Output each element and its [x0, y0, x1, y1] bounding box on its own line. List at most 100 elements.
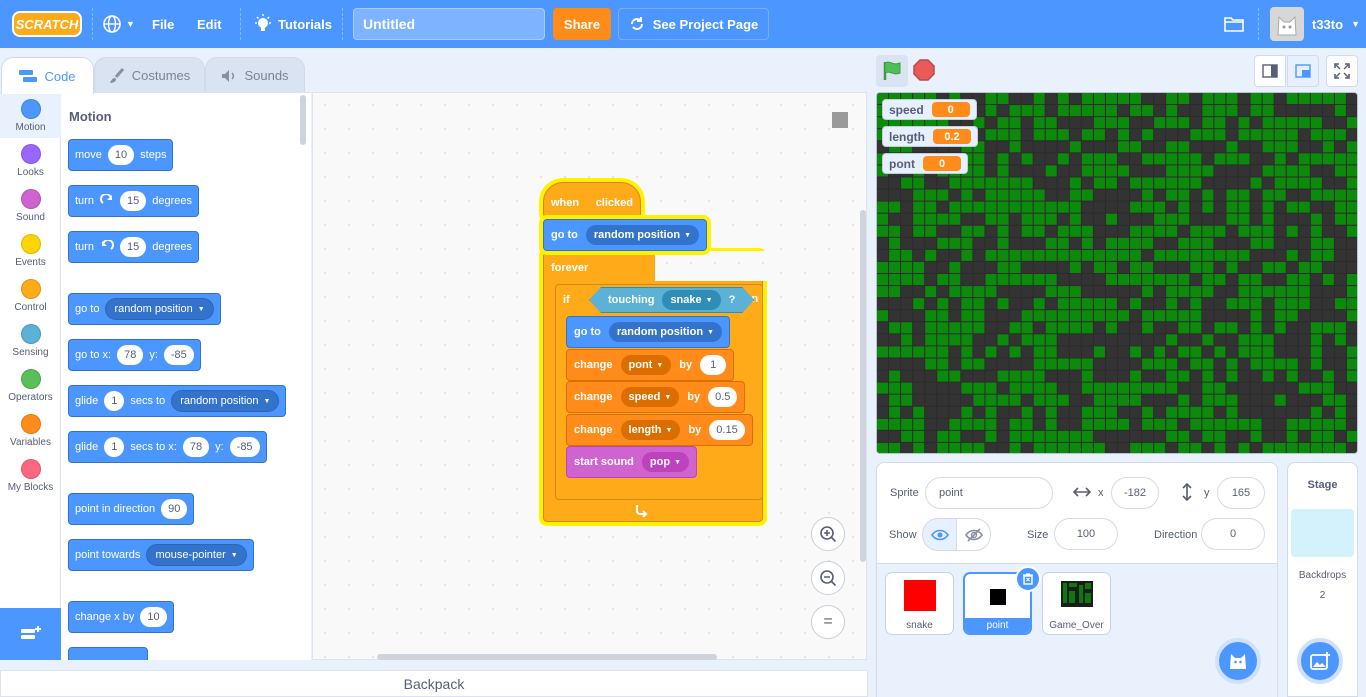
block-text: degrees — [152, 241, 192, 253]
touching-dropdown[interactable]: snake ▼ — [662, 290, 720, 310]
touching-block[interactable]: touching snake ▼ ? — [589, 287, 754, 313]
scratch-logo[interactable]: SCRATCH — [12, 11, 82, 37]
stage-size-toggle[interactable] — [832, 112, 848, 128]
y-input[interactable]: -85 — [163, 345, 194, 365]
category-sound[interactable]: Sound — [0, 183, 61, 228]
variable-dropdown[interactable]: length ▼ — [620, 420, 681, 440]
add-extension-button[interactable] — [0, 608, 61, 660]
category-my-blocks[interactable]: My Blocks — [0, 453, 61, 498]
show-hidden-button[interactable] — [956, 518, 991, 551]
tab-costumes[interactable]: Costumes — [94, 57, 205, 93]
go-to-inner-block[interactable]: go to random position ▼ — [566, 316, 730, 348]
fullscreen-button[interactable] — [1326, 55, 1358, 87]
project-title-input[interactable]: Untitled — [353, 8, 545, 40]
zoom-out-button[interactable] — [811, 561, 845, 595]
y-input[interactable]: 165 — [1217, 477, 1265, 509]
change-value-input[interactable]: 0.5 — [708, 387, 738, 407]
size-input[interactable]: 100 — [1054, 518, 1118, 550]
category-events[interactable]: Events — [0, 228, 61, 273]
x-input[interactable]: 78 — [182, 437, 210, 457]
variable-monitor-speed[interactable]: speed 0 — [882, 99, 977, 120]
large-stage-button[interactable] — [1287, 55, 1319, 87]
zoom-in-button[interactable] — [811, 517, 845, 551]
direction-input[interactable]: 90 — [161, 499, 188, 519]
x-input[interactable]: -182 — [1111, 477, 1159, 509]
backpack[interactable]: Backpack — [0, 670, 868, 697]
turn-left-block[interactable]: turn 15 degrees — [68, 231, 199, 263]
secs-input[interactable]: 1 — [104, 437, 125, 457]
change-length-block[interactable]: change length ▼ by 0.15 — [566, 414, 753, 446]
goto-dropdown[interactable]: random position ▼ — [585, 225, 699, 245]
move-steps-block[interactable]: move 10 steps — [68, 139, 174, 171]
choose-backdrop-button[interactable] — [1297, 638, 1343, 684]
grid-cell — [1286, 141, 1298, 153]
choose-sprite-button[interactable] — [1215, 638, 1261, 684]
change-x-block[interactable]: change x by 10 — [68, 601, 174, 633]
variable-monitor-pont[interactable]: pont 0 — [882, 153, 968, 174]
edit-menu[interactable]: Edit — [197, 0, 222, 48]
target-dropdown[interactable]: random position ▼ — [171, 390, 280, 412]
category-sensing[interactable]: Sensing — [0, 318, 61, 363]
go-to-block[interactable]: go to random position ▼ — [543, 219, 707, 251]
script-vertical-scrollbar[interactable] — [860, 210, 866, 562]
file-menu[interactable]: File — [152, 0, 174, 48]
green-flag-button[interactable] — [876, 55, 908, 87]
goto-dropdown[interactable]: random position ▼ — [608, 322, 722, 342]
point-in-direction-block[interactable]: point in direction 90 — [68, 493, 195, 525]
x-change-input[interactable]: 10 — [140, 607, 167, 627]
grid-cell — [949, 310, 961, 322]
sprite-thumb-game-over[interactable]: Game_Over — [1042, 572, 1111, 635]
variable-monitor-length[interactable]: length 0.2 — [882, 126, 978, 147]
delete-sprite-button[interactable] — [1015, 566, 1041, 592]
start-sound-block[interactable]: start sound pop ▼ — [566, 446, 698, 478]
change-pont-block[interactable]: change pont ▼ by 1 — [566, 349, 735, 381]
sprite-thumb-snake[interactable]: snake — [885, 572, 954, 635]
turn-right-block[interactable]: turn 15 degrees — [68, 185, 199, 217]
stop-button[interactable] — [913, 59, 935, 81]
my-stuff-button[interactable] — [1224, 0, 1244, 48]
go-to-random-block[interactable]: go to random position ▼ — [68, 293, 221, 325]
change-speed-block[interactable]: change speed ▼ by 0.5 — [566, 381, 746, 413]
category-variables[interactable]: Variables — [0, 408, 61, 453]
sound-dropdown[interactable]: pop ▼ — [641, 452, 690, 472]
target-dropdown[interactable]: random position ▼ — [105, 298, 214, 320]
category-motion[interactable]: Motion — [0, 93, 61, 138]
direction-input[interactable]: 0 — [1201, 518, 1265, 550]
account-menu[interactable]: t33to ▼ — [1270, 0, 1360, 48]
grid-cell — [1202, 274, 1214, 286]
category-looks[interactable]: Looks — [0, 138, 61, 183]
category-control[interactable]: Control — [0, 273, 61, 318]
partial-block[interactable] — [68, 647, 148, 660]
hat-block[interactable]: when clicked — [543, 182, 641, 218]
tutorials-button[interactable]: Tutorials — [254, 0, 332, 48]
degrees-input[interactable]: 15 — [119, 237, 147, 257]
x-input[interactable]: 78 — [117, 345, 144, 365]
degrees-input[interactable]: 15 — [119, 191, 147, 211]
category-operators[interactable]: Operators — [0, 363, 61, 408]
change-value-input[interactable]: 0.15 — [709, 420, 745, 440]
point-towards-block[interactable]: point towards mouse-pointer ▼ — [68, 539, 254, 571]
tab-sounds[interactable]: Sounds — [205, 57, 305, 93]
zoom-reset-button[interactable]: = — [811, 605, 845, 639]
script-horizontal-scrollbar[interactable] — [377, 654, 717, 660]
see-project-page-button[interactable]: See Project Page — [618, 8, 769, 40]
glide-random-block[interactable]: glide 1 secs to random position ▼ — [68, 385, 287, 417]
small-stage-button[interactable] — [1254, 55, 1286, 87]
y-input[interactable]: -85 — [229, 437, 260, 457]
language-menu[interactable]: ▼ — [102, 0, 135, 48]
grid-cell — [1286, 334, 1298, 346]
glide-xy-block[interactable]: glide 1 secs to x: 78 y: -85 — [68, 431, 267, 463]
stage-canvas[interactable]: speed 0 length 0.2 pont 0 — [876, 92, 1358, 454]
variable-dropdown[interactable]: speed ▼ — [620, 387, 680, 407]
variable-dropdown[interactable]: pont ▼ — [620, 355, 672, 375]
steps-input[interactable]: 10 — [107, 145, 135, 165]
secs-input[interactable]: 1 — [104, 391, 125, 411]
go-to-xy-block[interactable]: go to x: 78 y: -85 — [68, 339, 201, 371]
tab-code[interactable]: Code — [1, 57, 94, 94]
change-value-input[interactable]: 1 — [700, 355, 727, 375]
show-visible-button[interactable] — [922, 518, 957, 551]
palette-scrollbar[interactable] — [300, 95, 306, 145]
sprite-name-input[interactable]: point — [925, 477, 1053, 509]
share-button[interactable]: Share — [553, 8, 611, 40]
target-dropdown[interactable]: mouse-pointer ▼ — [146, 544, 247, 566]
